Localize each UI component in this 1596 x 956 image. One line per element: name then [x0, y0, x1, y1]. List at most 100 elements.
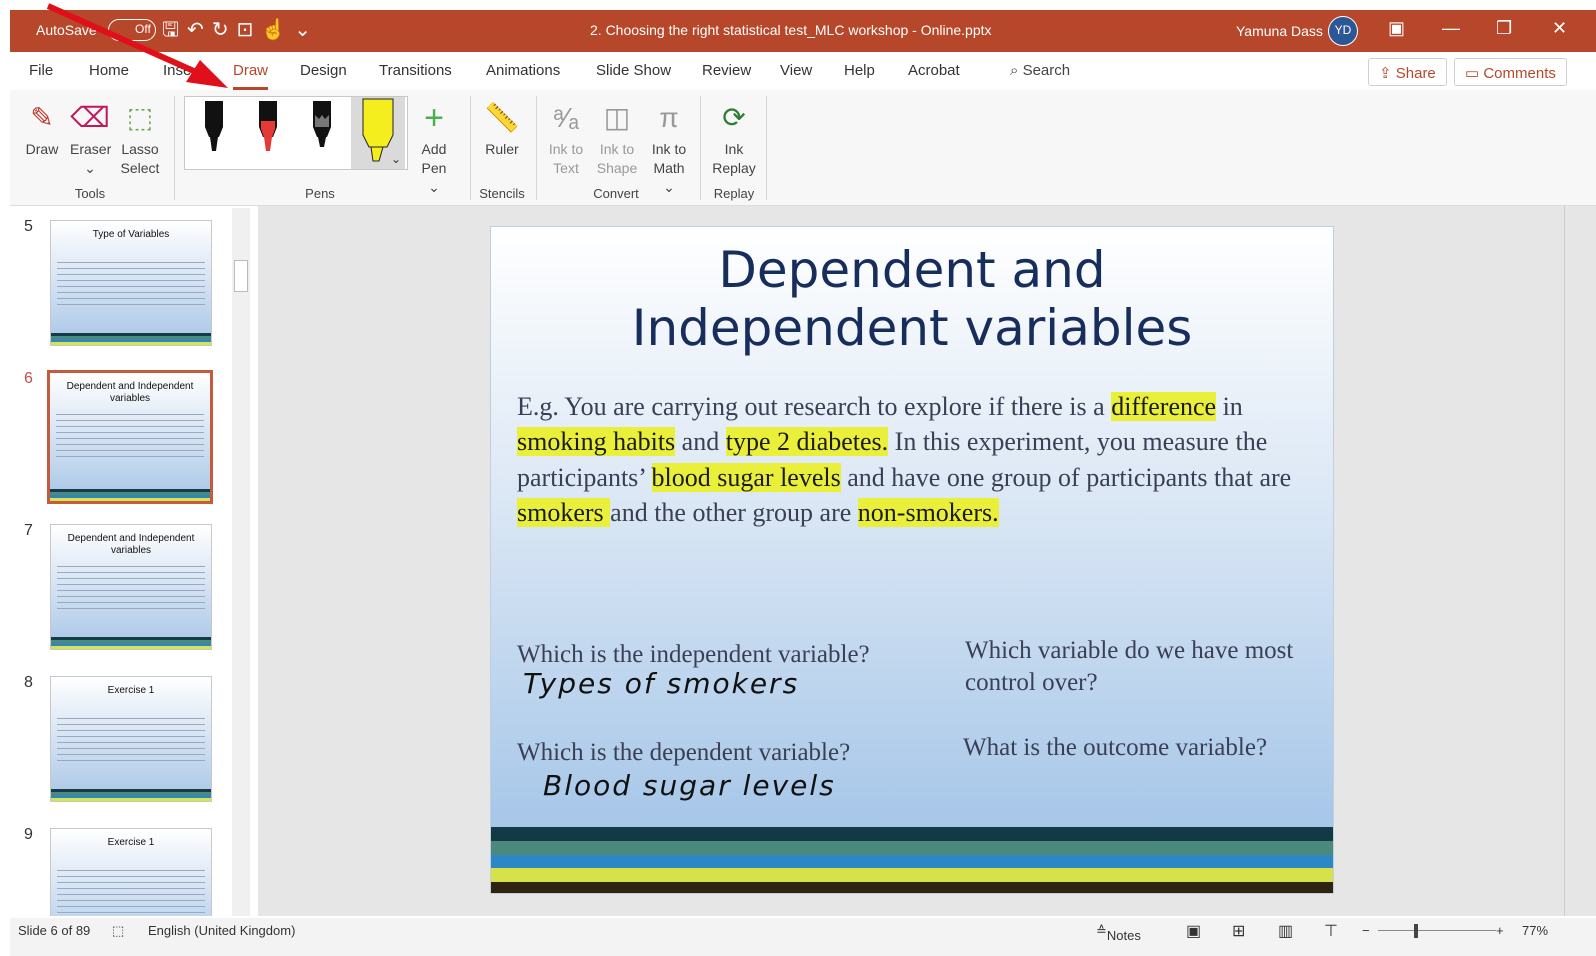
slide-number: 8 [24, 674, 33, 691]
ink-to-shape-button[interactable]: ◫ Ink to Shape [596, 96, 638, 178]
customize-qat-icon[interactable]: ⌄ [294, 18, 311, 42]
tools-group-label: Tools [74, 186, 106, 201]
tab-design[interactable]: Design [300, 62, 347, 79]
decorative-stripes [491, 827, 1333, 893]
eraser-button[interactable]: ⌫ Eraser ⌄ [70, 96, 111, 178]
present-icon[interactable]: ⊡ [237, 18, 254, 42]
yellow-highlighter[interactable]: ⌄ [351, 97, 405, 169]
normal-view-icon[interactable]: ▣ [1186, 921, 1201, 941]
avatar[interactable]: YD [1328, 16, 1358, 46]
autosave-label: AutoSave [36, 22, 97, 38]
accessibility-icon[interactable]: ⬚ [112, 923, 124, 939]
reading-view-icon[interactable]: ▥ [1278, 921, 1293, 941]
share-button[interactable]: ⇪ Share [1368, 58, 1447, 86]
search-box[interactable]: ⌕ Search [1010, 62, 1070, 79]
minimize-icon[interactable]: — [1442, 18, 1460, 39]
ink-to-shape-icon: ◫ [603, 102, 631, 133]
plus-icon: + [424, 99, 444, 137]
black-pen[interactable] [187, 97, 241, 169]
question-dependent[interactable]: Which is the dependent variable? [517, 737, 850, 769]
tab-slide-show[interactable]: Slide Show [596, 62, 671, 79]
black-pen-icon [205, 101, 223, 151]
question-outcome[interactable]: What is the outcome variable? [963, 732, 1267, 764]
notes-button[interactable]: ≙ Notes [1096, 923, 1141, 943]
tab-draw[interactable]: Draw [233, 62, 269, 90]
slide-number: 5 [24, 218, 33, 235]
tab-animations[interactable]: Animations [486, 62, 560, 79]
slide-body-text[interactable]: E.g. You are carrying out research to ex… [517, 389, 1327, 530]
language-status[interactable]: English (United Kingdom) [148, 923, 295, 938]
slideshow-icon[interactable]: ⊤ [1324, 921, 1338, 941]
slide-title[interactable]: Dependent and Independent variables [491, 241, 1333, 357]
zoom-slider[interactable] [1378, 930, 1496, 931]
tab-home[interactable]: Home [89, 62, 129, 79]
group-divider [536, 96, 537, 200]
notes-label: Notes [1106, 928, 1141, 943]
thumbnail-title: Exercise 1 [107, 685, 155, 696]
close-icon[interactable]: ✕ [1552, 18, 1567, 39]
red-pen-icon [259, 101, 277, 151]
slide-thumbnail[interactable]: Type of Variables [50, 220, 212, 346]
thumbnail-scrollbar[interactable] [232, 208, 250, 916]
ink-replay-button[interactable]: ⟳ Ink Replay [710, 96, 758, 178]
slide-thumbnail[interactable]: Dependent and Independent variables [50, 524, 212, 650]
thumbnail-title: Exercise 1 [107, 837, 155, 848]
convert-group-label: Convert [593, 186, 639, 201]
tab-acrobat[interactable]: Acrobat [908, 62, 960, 79]
tab-review[interactable]: Review [702, 62, 751, 79]
scrollbar-thumb[interactable] [234, 260, 248, 292]
slide-sorter-icon[interactable]: ⊞ [1232, 921, 1245, 941]
replay-group-label: Replay [713, 186, 755, 201]
document-title: 2. Choosing the right statistical test_M… [590, 22, 992, 38]
autosave-toggle[interactable]: Off [108, 19, 156, 41]
draw-tool-button[interactable]: ✎ Draw [24, 96, 60, 159]
lasso-select-button[interactable]: ⬚ Lasso Select [118, 96, 162, 178]
ink-annotation[interactable]: Blood sugar levels [543, 769, 836, 802]
tab-file[interactable]: File [29, 62, 53, 79]
slide-thumbnail-active[interactable]: Dependent and Independent variables [47, 370, 213, 504]
search-icon: ⌕ [1010, 62, 1023, 79]
zoom-out-icon[interactable]: − [1362, 923, 1370, 938]
editor-vertical-scrollbar[interactable] [1564, 206, 1596, 916]
touch-mode-icon[interactable]: ☝ [261, 18, 286, 42]
lasso-icon: ⬚ [126, 102, 154, 133]
pens-group-label: Pens [305, 186, 335, 201]
save-icon[interactable]: 🖫 [162, 18, 179, 42]
zoom-level[interactable]: 77% [1522, 923, 1548, 938]
thumbnail-text [57, 713, 205, 761]
draw-tool-label: Draw [25, 141, 59, 157]
ink-to-math-button[interactable]: π Ink to Math ⌄ [646, 96, 692, 197]
user-name[interactable]: Yamuna Dass [1236, 23, 1323, 39]
tab-view[interactable]: View [780, 62, 812, 79]
question-control[interactable]: Which variable do we have most control o… [965, 635, 1305, 699]
red-pen[interactable] [241, 97, 295, 169]
comments-button[interactable]: ▭ Comments [1454, 58, 1567, 86]
redo-icon[interactable]: ↻ [212, 18, 229, 42]
ribbon-display-icon[interactable]: ▣ [1388, 18, 1405, 39]
slide-thumbnail[interactable]: Exercise 1 [50, 828, 212, 916]
lasso-label-2: Select [120, 160, 160, 176]
eraser-icon: ⌫ [70, 102, 110, 133]
zoom-slider-thumb[interactable] [1414, 924, 1418, 938]
ruler-label: Ruler [485, 141, 519, 157]
thumbnail-text [57, 561, 205, 609]
slide-thumbnail[interactable]: Exercise 1 [50, 676, 212, 802]
restore-icon[interactable]: ❐ [1496, 18, 1512, 39]
ink-annotation[interactable]: Types of smokers [523, 667, 799, 700]
ink-to-math-label-1: Ink to [651, 141, 687, 157]
add-pen-button[interactable]: + Add Pen ⌄ [414, 96, 454, 197]
thumbnail-title: Type of Variables [92, 229, 170, 240]
tab-insert[interactable]: Inse [163, 62, 191, 79]
ink-to-text-button[interactable]: ᵃ⁄ₐ Ink to Text [546, 96, 586, 178]
undo-icon[interactable]: ↶ [187, 18, 204, 42]
highlighted-text: blood sugar levels [651, 462, 841, 492]
body-text: E.g. You are carrying out research to ex… [517, 392, 1112, 421]
slide-canvas[interactable]: Dependent and Independent variables E.g.… [490, 226, 1334, 894]
tab-help[interactable]: Help [844, 62, 875, 79]
ink-to-text-label-2: Text [553, 160, 579, 176]
ruler-button[interactable]: 📏 Ruler [480, 96, 524, 159]
zoom-in-icon[interactable]: + [1496, 923, 1504, 938]
group-divider [700, 96, 701, 200]
galaxy-pen[interactable] [295, 97, 349, 169]
tab-transitions[interactable]: Transitions [379, 62, 452, 79]
